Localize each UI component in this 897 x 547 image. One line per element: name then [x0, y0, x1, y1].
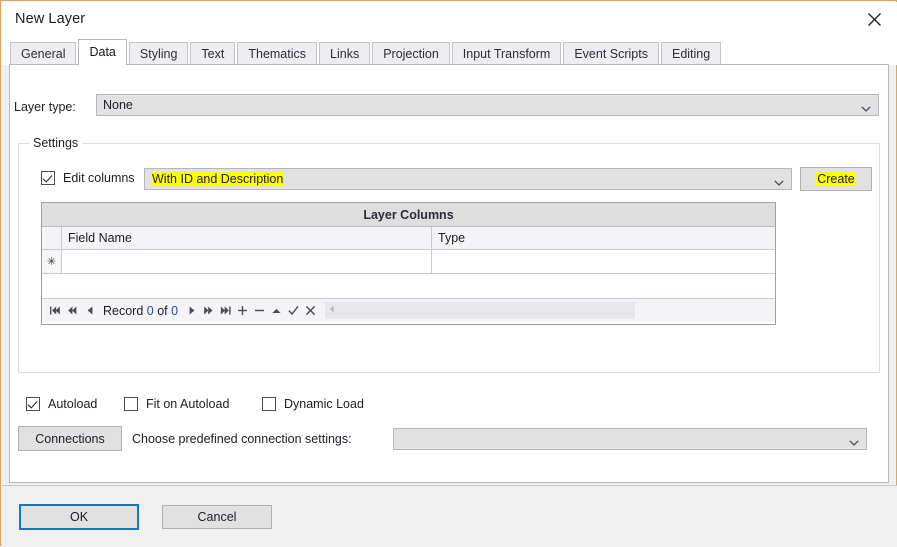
edit-columns-value: With ID and Description	[151, 172, 285, 186]
cell-type[interactable]	[432, 250, 775, 273]
connections-button-label: Connections	[35, 431, 105, 446]
tab-general[interactable]: General	[10, 42, 77, 65]
grid-header-gutter	[42, 227, 62, 249]
tab-event-scripts[interactable]: Event Scripts	[563, 42, 659, 65]
record-of: of	[157, 303, 168, 318]
previous-record-icon[interactable]	[81, 301, 98, 320]
close-icon[interactable]	[851, 2, 897, 37]
tab-links[interactable]: Links	[319, 42, 371, 65]
ok-button[interactable]: OK	[19, 504, 139, 530]
scroll-left-icon[interactable]	[329, 305, 335, 316]
record-current: 0	[146, 303, 154, 318]
tab-projection[interactable]: Projection	[372, 42, 450, 65]
settings-group: Settings Edit columns With ID and Descri…	[18, 136, 880, 373]
delete-record-icon[interactable]	[251, 301, 268, 320]
cell-field-name[interactable]	[62, 250, 432, 273]
layer-type-value: None	[103, 98, 133, 112]
fit-on-autoload-checkbox[interactable]: Fit on Autoload	[124, 397, 229, 411]
layer-columns-grid[interactable]: Layer Columns Field Name Type ✳ Record 0…	[41, 202, 776, 325]
edit-columns-combobox[interactable]: With ID and Description	[144, 168, 792, 190]
grid-horizontal-scrollbar[interactable]	[325, 302, 636, 319]
record-label: Record	[103, 303, 144, 318]
cancel-button-label: Cancel	[197, 510, 237, 524]
checkbox-box	[124, 397, 138, 411]
edit-columns-checkbox[interactable]: Edit columns	[41, 171, 135, 185]
connection-settings-combobox[interactable]	[393, 428, 867, 450]
record-total: 0	[171, 303, 179, 318]
connections-button[interactable]: Connections	[18, 426, 122, 451]
cancel-edit-icon[interactable]	[302, 301, 319, 320]
layer-type-combobox[interactable]: None	[96, 94, 879, 116]
dynamic-load-label: Dynamic Load	[284, 397, 364, 411]
post-edit-icon[interactable]	[285, 301, 302, 320]
ok-button-label: OK	[69, 510, 89, 524]
settings-group-title: Settings	[29, 136, 83, 150]
tab-thematics[interactable]: Thematics	[237, 42, 318, 65]
last-record-icon[interactable]	[217, 301, 234, 320]
chevron-down-icon	[849, 436, 859, 450]
create-button-label: Create	[816, 172, 856, 186]
tab-input-transform[interactable]: Input Transform	[451, 42, 562, 65]
connection-settings-prompt: Choose predefined connection settings:	[132, 432, 352, 446]
previous-page-icon[interactable]	[64, 301, 81, 320]
grid-title: Layer Columns	[42, 203, 775, 227]
tab-data[interactable]: Data	[78, 39, 127, 65]
tab-styling[interactable]: Styling	[128, 42, 189, 65]
edit-record-icon[interactable]	[268, 301, 285, 320]
cancel-button[interactable]: Cancel	[162, 505, 272, 529]
next-page-icon[interactable]	[200, 301, 217, 320]
record-position-text: Record 0 of 0	[103, 304, 178, 318]
layer-type-label: Layer type:	[14, 100, 76, 114]
column-header-type[interactable]: Type	[432, 227, 775, 249]
dynamic-load-checkbox[interactable]: Dynamic Load	[262, 397, 364, 411]
record-navigator: Record 0 of 0	[42, 299, 775, 322]
checkbox-box	[262, 397, 276, 411]
tab-text[interactable]: Text	[190, 42, 236, 65]
grid-empty-area	[42, 274, 775, 299]
create-button[interactable]: Create	[800, 167, 872, 191]
title-bar: New Layer	[2, 2, 897, 37]
tab-strip: General Data Styling Text Thematics Link…	[2, 37, 897, 65]
autoload-checkbox[interactable]: Autoload	[26, 397, 97, 411]
dialog-footer: OK Cancel	[2, 485, 897, 547]
edit-columns-label: Edit columns	[63, 171, 135, 185]
chevron-down-icon	[774, 176, 784, 190]
tab-editing[interactable]: Editing	[660, 42, 722, 65]
grid-header-row: Field Name Type	[42, 227, 775, 250]
new-row-marker: ✳	[42, 250, 62, 273]
autoload-label: Autoload	[48, 397, 98, 411]
checkbox-box	[41, 171, 55, 185]
next-record-icon[interactable]	[183, 301, 200, 320]
add-record-icon[interactable]	[234, 301, 251, 320]
fit-on-autoload-label: Fit on Autoload	[146, 397, 230, 411]
window-title: New Layer	[15, 11, 86, 27]
table-row[interactable]: ✳	[42, 250, 775, 274]
new-layer-dialog: New Layer General Data Styling Text Them…	[0, 0, 897, 547]
checkbox-box	[26, 397, 40, 411]
column-header-field-name[interactable]: Field Name	[62, 227, 432, 249]
first-record-icon[interactable]	[47, 301, 64, 320]
data-tab-panel: Layer type: None Settings Edit columns W…	[9, 64, 889, 483]
chevron-down-icon	[861, 102, 871, 116]
